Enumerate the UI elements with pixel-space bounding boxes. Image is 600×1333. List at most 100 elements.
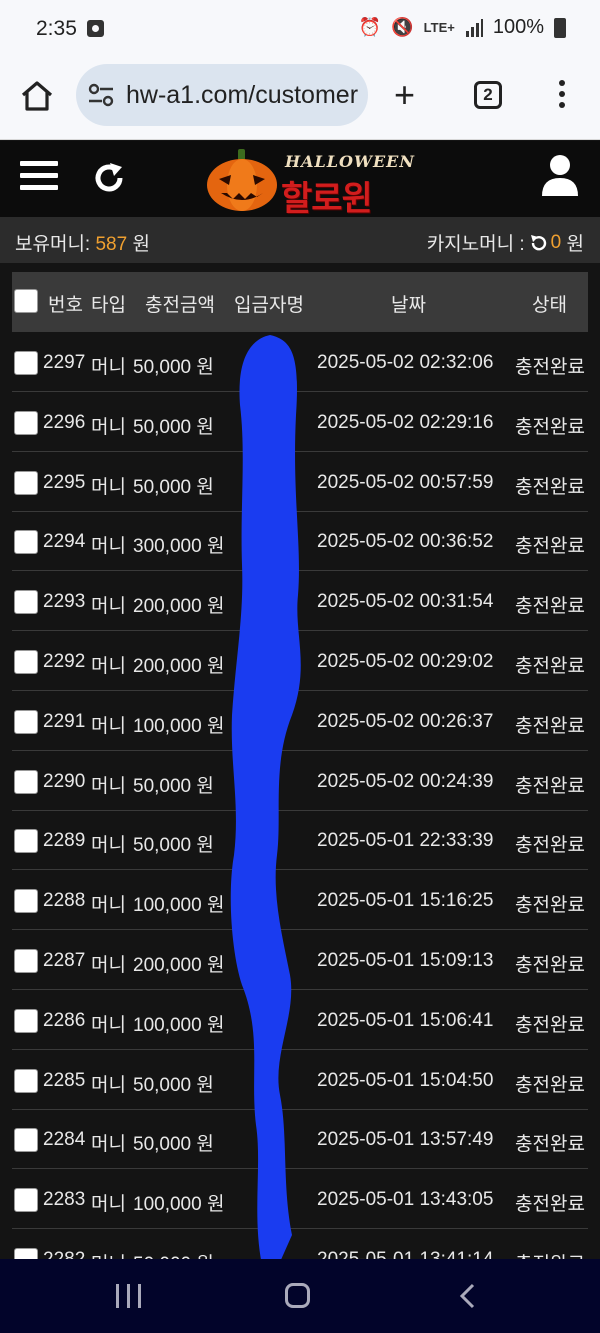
select-all-checkbox[interactable]	[14, 289, 38, 313]
logo-korean: 할로윈	[281, 180, 373, 218]
row-status: 충전완료	[515, 1074, 585, 1096]
table-row[interactable]: 2287 머니 200,000 원 2025-05-01 15:09:13 충전완료	[12, 930, 588, 990]
table-row[interactable]: 2291 머니 100,000 원 2025-05-02 00:26:37 충전완료	[12, 691, 588, 751]
row-amount: 50,000 원	[133, 1134, 214, 1156]
browser-toolbar: hw-a1.com/customer + 2	[0, 58, 600, 140]
battery-icon	[554, 17, 566, 38]
row-amount: 50,000 원	[133, 1249, 214, 1259]
table-row[interactable]: 2288 머니 100,000 원 2025-05-01 15:16:25 충전완료	[12, 870, 588, 931]
row-date: 2025-05-01 13:41:14	[317, 1249, 493, 1259]
row-status: 충전완료	[515, 1014, 585, 1036]
browser-menu-icon[interactable]	[556, 80, 568, 112]
row-no: 2295	[43, 471, 86, 493]
new-tab-button[interactable]: +	[394, 77, 415, 113]
row-checkbox[interactable]	[14, 1128, 38, 1153]
row-no: 2286	[43, 1009, 86, 1031]
row-type: 머니	[91, 596, 126, 618]
battery-percent: 100%	[492, 16, 544, 38]
row-amount: 50,000 원	[133, 476, 214, 498]
row-status: 충전완료	[515, 1134, 585, 1156]
row-date: 2025-05-02 00:26:37	[317, 710, 494, 732]
table-row[interactable]: 2295 머니 50,000 원 2025-05-02 00:57:59 충전완료	[12, 452, 588, 512]
row-status: 충전완료	[515, 656, 585, 677]
casino-refresh-icon[interactable]	[529, 234, 547, 252]
row-checkbox[interactable]	[14, 949, 38, 973]
row-checkbox[interactable]	[14, 1248, 38, 1259]
held-money: 보유머니: 587 원	[15, 229, 150, 256]
status-bar: 2:35 ⏰ 🔇 LTE+ 100%	[0, 0, 600, 58]
table-row[interactable]: 2286 머니 100,000 원 2025-05-01 15:06:41 충전완료	[12, 990, 588, 1050]
table-row[interactable]: 2289 머니 50,000 원 2025-05-01 22:33:39 충전완료	[12, 810, 588, 871]
row-checkbox[interactable]	[14, 769, 38, 794]
network-type: LTE+	[423, 20, 455, 35]
row-date: 2025-05-02 00:24:39	[317, 770, 494, 792]
tab-switcher-button[interactable]: 2	[474, 81, 502, 109]
row-date: 2025-05-02 00:36:52	[317, 531, 494, 553]
row-checkbox[interactable]	[14, 590, 38, 615]
row-checkbox[interactable]	[14, 829, 38, 854]
row-checkbox[interactable]	[14, 709, 38, 734]
row-checkbox[interactable]	[14, 530, 38, 555]
status-time: 2:35	[36, 17, 77, 40]
row-date: 2025-05-02 02:29:16	[317, 411, 494, 433]
back-icon[interactable]	[458, 1283, 478, 1309]
menu-icon[interactable]	[20, 161, 58, 193]
table-row[interactable]: 2282 머니 50,000 원 2025-05-01 13:41:14 충전완료	[12, 1229, 588, 1259]
row-date: 2025-05-01 13:43:05	[317, 1189, 494, 1211]
row-checkbox[interactable]	[14, 1068, 38, 1093]
table-row[interactable]: 2296 머니 50,000 원 2025-05-02 02:29:16 충전완료	[12, 392, 588, 452]
row-no: 2292	[43, 651, 86, 672]
row-checkbox[interactable]	[14, 889, 38, 914]
row-checkbox[interactable]	[14, 1188, 38, 1213]
recent-apps-icon[interactable]	[116, 1284, 144, 1308]
row-amount: 50,000 원	[133, 835, 214, 857]
deposit-history-table: 번호 타입 충전금액 입금자명 날짜 상태 2297 머니 50,000 원 2025…	[0, 263, 600, 1259]
row-status: 충전완료	[515, 596, 585, 618]
row-status: 충전완료	[515, 955, 585, 976]
site-header: HALLOWEEN 할로윈	[0, 141, 600, 218]
row-status: 충전완료	[515, 895, 585, 917]
row-checkbox[interactable]	[14, 351, 38, 375]
site-logo[interactable]: HALLOWEEN 할로윈	[205, 145, 414, 218]
table-row[interactable]: 2293 머니 200,000 원 2025-05-02 00:31:54 충전완료	[12, 571, 588, 632]
row-amount: 100,000 원	[133, 715, 225, 737]
header-type: 타입	[91, 295, 126, 316]
row-amount: 300,000 원	[133, 536, 225, 558]
row-checkbox[interactable]	[14, 410, 38, 435]
user-icon[interactable]	[540, 154, 580, 196]
row-checkbox[interactable]	[14, 470, 38, 495]
row-status: 충전완료	[515, 416, 585, 438]
system-nav-bar	[0, 1259, 600, 1333]
row-no: 2293	[43, 591, 86, 613]
row-date: 2025-05-01 15:04:50	[317, 1069, 494, 1091]
row-date: 2025-05-02 02:32:06	[317, 352, 494, 373]
site-settings-icon[interactable]	[88, 83, 114, 107]
casino-money: 카지노머니 : 0 원	[427, 229, 584, 256]
url-text[interactable]: hw-a1.com/customer	[126, 81, 358, 110]
address-bar[interactable]: hw-a1.com/customer	[76, 64, 368, 126]
row-amount: 50,000 원	[133, 775, 214, 797]
home-icon[interactable]	[20, 79, 54, 113]
casino-money-unit: 원	[566, 234, 584, 255]
row-checkbox[interactable]	[14, 650, 38, 674]
table-row[interactable]: 2290 머니 50,000 원 2025-05-02 00:24:39 충전완료	[12, 751, 588, 811]
row-no: 2296	[43, 411, 86, 433]
held-money-unit: 원	[132, 234, 150, 255]
table-row[interactable]: 2294 머니 300,000 원 2025-05-02 00:36:52 충전완료	[12, 511, 588, 572]
row-status: 충전완료	[515, 536, 585, 558]
table-row[interactable]: 2297 머니 50,000 원 2025-05-02 02:32:06 충전완료	[12, 332, 588, 392]
table-row[interactable]: 2285 머니 50,000 원 2025-05-01 15:04:50 충전완료	[12, 1050, 588, 1110]
mute-icon: 🔇	[391, 17, 414, 37]
row-checkbox[interactable]	[14, 1008, 38, 1033]
pumpkin-icon	[207, 149, 277, 211]
nav-home-icon[interactable]	[285, 1283, 310, 1308]
table-row[interactable]: 2284 머니 50,000 원 2025-05-01 13:57:49 충전완료	[12, 1109, 588, 1170]
row-status: 충전완료	[515, 1249, 585, 1259]
table-row[interactable]: 2283 머니 100,000 원 2025-05-01 13:43:05 충전완료	[12, 1169, 588, 1230]
row-no: 2291	[43, 710, 86, 732]
table-row[interactable]: 2292 머니 200,000 원 2025-05-02 00:29:02 충전완료	[12, 631, 588, 691]
row-status: 충전완료	[515, 476, 585, 498]
row-date: 2025-05-01 15:06:41	[317, 1009, 494, 1031]
row-date: 2025-05-02 00:31:54	[317, 591, 494, 613]
refresh-icon[interactable]	[92, 161, 126, 195]
